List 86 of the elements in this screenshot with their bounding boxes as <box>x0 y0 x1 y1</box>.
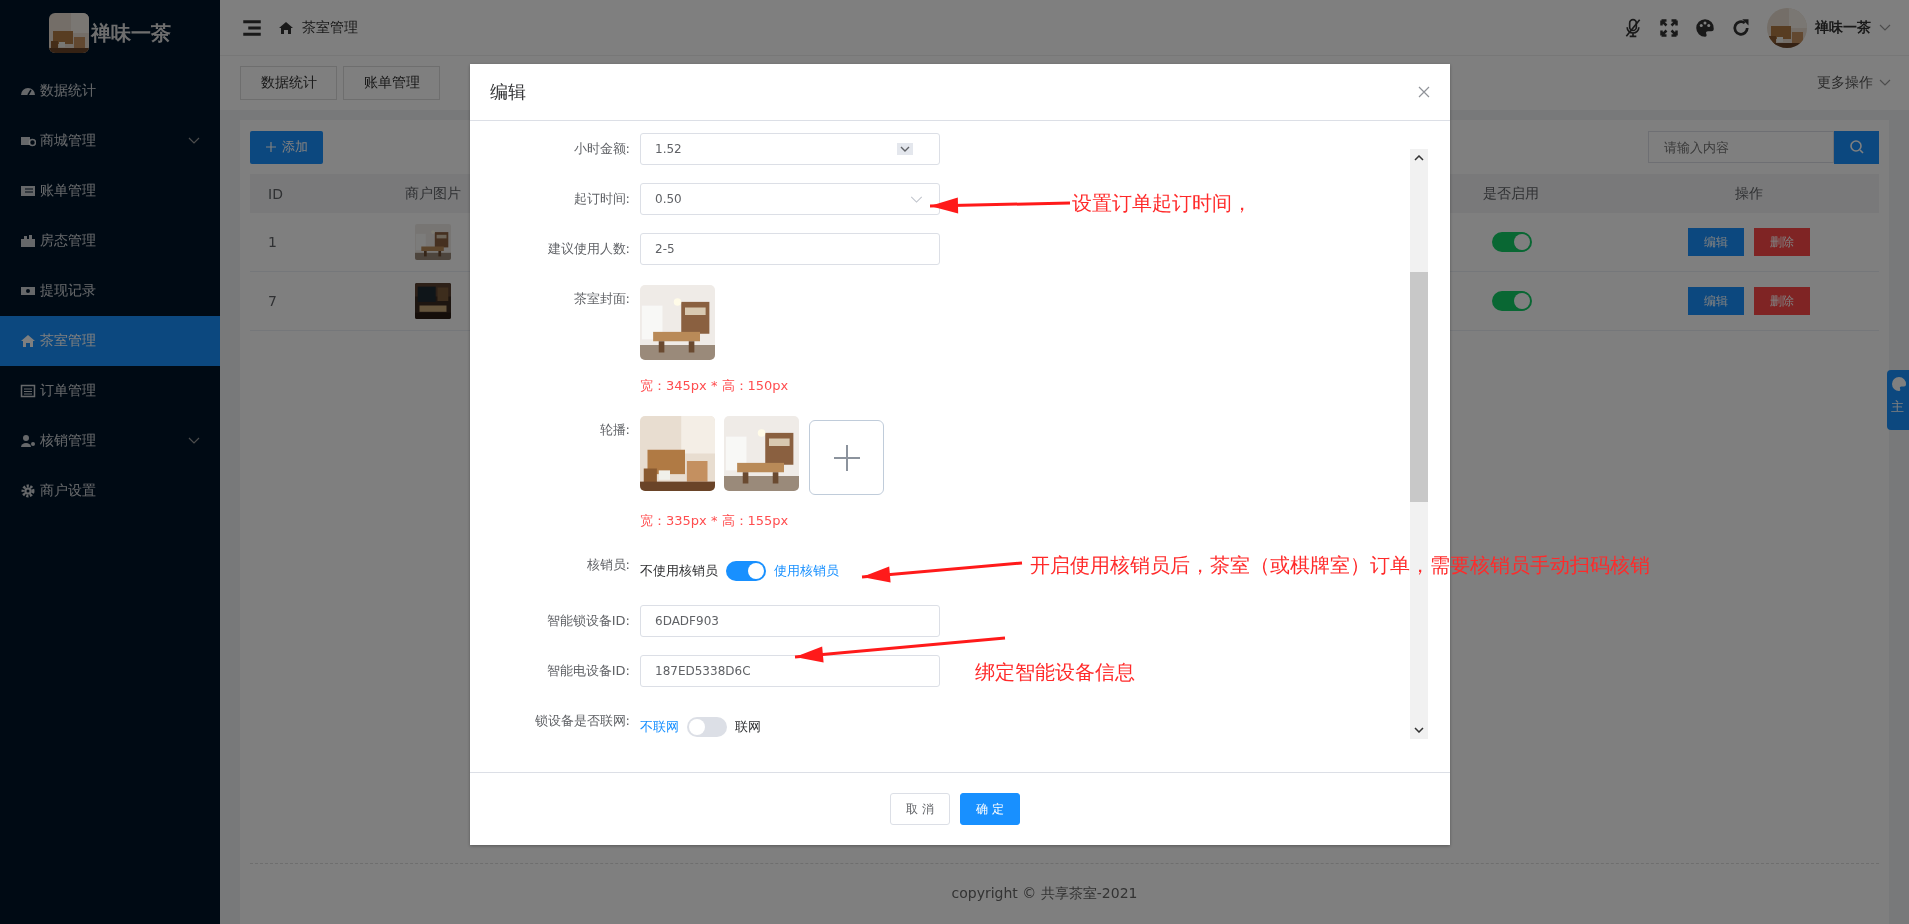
palette-icon[interactable] <box>1695 17 1715 38</box>
sidebar-item[interactable]: 订单管理 <box>0 366 220 416</box>
sidebar-item[interactable]: 商城管理 <box>0 116 220 166</box>
annotation-text: 设置订单起订时间， <box>1072 190 1252 217</box>
table-cell-text: 7 <box>267 293 278 309</box>
plus-icon <box>831 442 862 473</box>
search-field[interactable]: 请输入内容 <box>1648 131 1834 163</box>
theme-tab[interactable]: 主 <box>1887 370 1909 430</box>
building-icon <box>20 233 36 249</box>
cancel-button[interactable]: 取 消 <box>890 793 950 825</box>
field-label: 茶室封面: <box>572 290 631 308</box>
switch-label[interactable]: 不联网 <box>640 715 679 739</box>
sidebar-item[interactable]: 核销管理 <box>0 416 220 466</box>
search-icon <box>1848 139 1865 155</box>
home-icon <box>278 19 294 36</box>
scrollbar[interactable] <box>1410 149 1428 739</box>
palette-icon <box>1891 376 1907 392</box>
size-hint: 宽：345px * 高：150px <box>640 377 789 395</box>
edit-button[interactable]: 编辑 <box>1688 287 1744 315</box>
more-actions-menu[interactable]: 更多操作 <box>1817 74 1873 92</box>
input-field[interactable]: 187ED5338D6C <box>640 655 940 687</box>
input-field[interactable]: 6DADF903 <box>640 605 940 637</box>
chevron-down-icon <box>188 137 200 145</box>
toggle-switch[interactable] <box>1492 291 1532 311</box>
chevron-down-icon <box>1879 79 1891 87</box>
field-label: 轮播: <box>598 421 631 439</box>
plus-icon <box>265 142 276 152</box>
field-label: 核销员: <box>585 556 631 574</box>
field-label: 建议使用人数: <box>546 240 631 258</box>
close-icon[interactable] <box>1418 86 1430 98</box>
column-header: 是否启用 <box>1482 184 1540 203</box>
gear-icon <box>20 483 36 499</box>
switch-label[interactable]: 联网 <box>735 715 761 739</box>
upload-button[interactable] <box>809 420 884 495</box>
spinner-icon[interactable] <box>897 143 913 155</box>
user-name[interactable]: 禅味一茶 <box>1815 18 1871 37</box>
column-header: 商户图片 <box>403 184 462 203</box>
delete-button[interactable]: 删除 <box>1754 287 1810 315</box>
sidebar-item[interactable]: 茶室管理 <box>0 316 220 366</box>
search-button[interactable] <box>1834 130 1879 164</box>
switch-label[interactable]: 不使用核销员 <box>640 559 718 583</box>
copyright-text: copyright © 共享茶室-2021 <box>951 885 1138 903</box>
fullscreen-icon[interactable] <box>1659 17 1679 38</box>
column-header: ID <box>267 185 284 202</box>
select-field[interactable]: 0.50 <box>640 183 940 215</box>
delete-button[interactable]: 删除 <box>1754 228 1810 256</box>
input-field[interactable]: 2-5 <box>640 233 940 265</box>
menu-icon[interactable] <box>242 17 262 38</box>
add-button[interactable]: 添加 <box>250 130 323 164</box>
edit-button[interactable]: 编辑 <box>1688 228 1744 256</box>
annotation-text: 开启使用核销员后，茶室（或棋牌室）订单，需要核销员手动扫码核销 <box>1030 552 1650 579</box>
logo-text: 禅味一茶 <box>91 19 171 47</box>
toggle-switch[interactable] <box>1492 232 1532 252</box>
chevron-down-icon <box>188 437 200 445</box>
tab[interactable]: 数据统计 <box>240 66 337 100</box>
toggle-switch[interactable] <box>726 561 766 581</box>
scroll-up-icon[interactable] <box>1414 155 1424 161</box>
refresh-icon[interactable] <box>1731 17 1751 38</box>
bill-icon <box>20 183 36 199</box>
user-icon <box>20 433 36 449</box>
microphone-off-icon[interactable] <box>1623 17 1643 38</box>
switch-label[interactable]: 使用核销员 <box>774 559 839 583</box>
breadcrumb[interactable]: 茶室管理 <box>302 18 358 37</box>
field-label: 锁设备是否联网: <box>533 712 631 730</box>
scroll-down-icon[interactable] <box>1414 727 1424 733</box>
toggle-switch[interactable] <box>687 717 727 737</box>
field-label: 智能锁设备ID: <box>545 612 631 630</box>
list-icon <box>20 383 36 399</box>
tab[interactable]: 账单管理 <box>343 66 440 100</box>
field-label: 起订时间: <box>572 190 631 208</box>
field-label: 小时金额: <box>572 140 631 158</box>
sidebar-item[interactable]: 房态管理 <box>0 216 220 266</box>
size-hint: 宽：335px * 高：155px <box>640 512 790 530</box>
sidebar-item[interactable]: 商户设置 <box>0 466 220 516</box>
home-icon <box>20 333 36 349</box>
annotation-text: 绑定智能设备信息 <box>975 659 1135 686</box>
sidebar-item[interactable]: 提现记录 <box>0 266 220 316</box>
confirm-button[interactable]: 确 定 <box>960 793 1020 825</box>
chevron-down-icon <box>1879 23 1891 32</box>
sidebar-item[interactable]: 账单管理 <box>0 166 220 216</box>
input-field[interactable]: 1.52 <box>640 133 940 165</box>
sidebar-item[interactable]: 数据统计 <box>0 66 220 116</box>
field-label: 智能电设备ID: <box>545 662 631 680</box>
column-header: 操作 <box>1734 184 1764 203</box>
table-cell-text: 1 <box>267 234 278 250</box>
dialog-title: 编辑 <box>490 80 527 104</box>
